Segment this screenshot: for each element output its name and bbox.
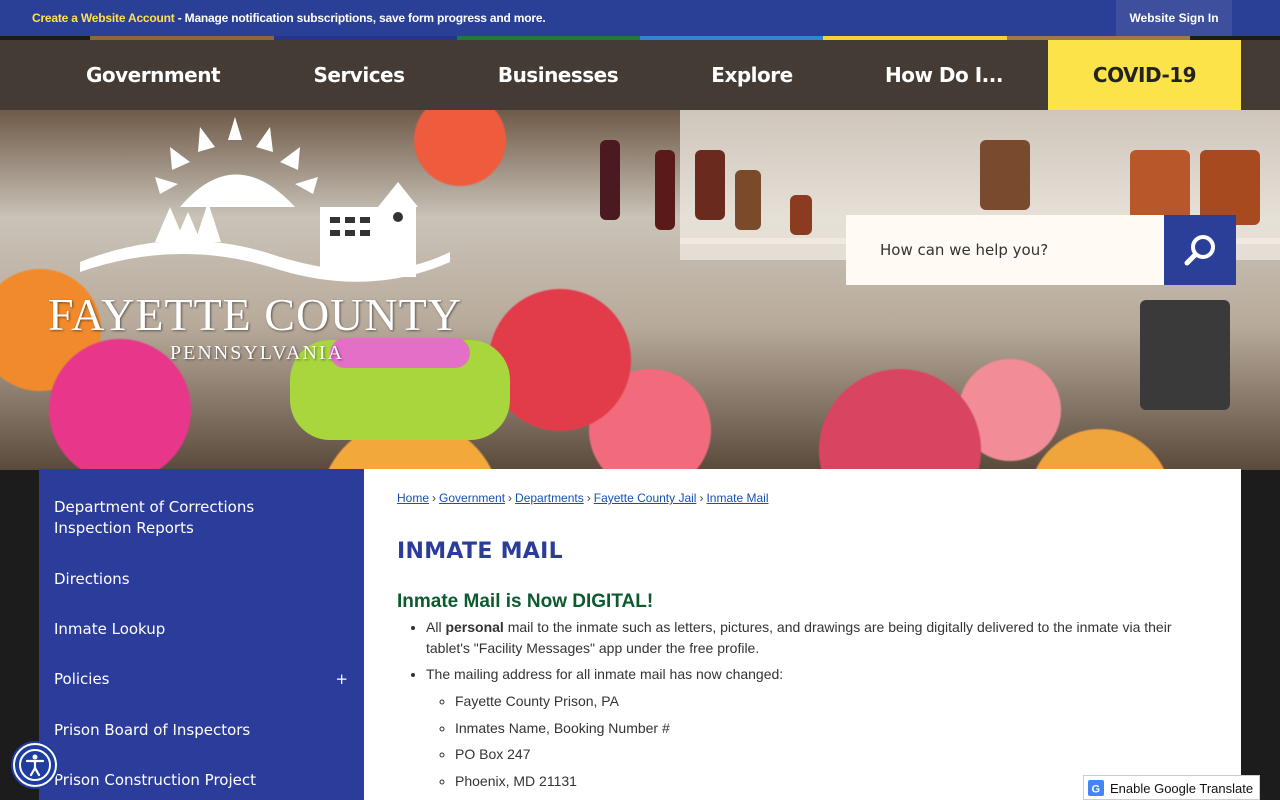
sidebar-item-prison-board[interactable]: Prison Board of Inspectors <box>54 720 352 741</box>
nav-government[interactable]: Government <box>65 40 241 110</box>
svg-text:G: G <box>1092 784 1101 796</box>
sidebar-item-policies[interactable]: Policies + <box>54 669 352 690</box>
sidebar-item-label: Policies <box>54 670 110 688</box>
nav-covid-19[interactable]: COVID-19 <box>1048 40 1241 110</box>
logo-title[interactable]: FAYETTE COUNTY <box>48 288 462 341</box>
mail-info-list: All personal mail to the inmate such as … <box>426 617 1206 797</box>
jar <box>980 140 1030 210</box>
jar <box>790 195 812 235</box>
breadcrumb-inmate-mail[interactable]: Inmate Mail <box>706 491 768 505</box>
jar <box>1200 150 1260 225</box>
google-translate-button[interactable]: G Enable Google Translate <box>1083 775 1260 800</box>
top-utility-bar: Create a Website Account - Manage notifi… <box>0 0 1280 36</box>
account-message: Create a Website Account - Manage notifi… <box>32 11 546 25</box>
sidebar-item-construction-project[interactable]: Prison Construction Project <box>54 770 352 791</box>
jar <box>655 150 675 230</box>
bullet-text: All <box>426 619 446 635</box>
jar <box>1140 300 1230 410</box>
search-button[interactable] <box>1164 215 1236 285</box>
accessibility-button[interactable] <box>13 743 57 787</box>
nav-explore[interactable]: Explore <box>664 40 840 110</box>
bullet-text: mail to the inmate such as letters, pict… <box>426 619 1172 656</box>
main-nav: Government Services Businesses Explore H… <box>0 40 1280 110</box>
google-translate-icon: G <box>1088 780 1104 796</box>
list-item: All personal mail to the inmate such as … <box>426 617 1206 659</box>
jar <box>695 150 725 220</box>
logo-subtitle[interactable]: PENNSYLVANIA <box>170 342 344 365</box>
search-box <box>846 215 1236 285</box>
sidebar-nav: Department of Corrections Inspection Rep… <box>39 469 364 800</box>
jar <box>1130 150 1190 220</box>
address-line: Fayette County Prison, PA <box>455 691 1206 712</box>
nav-businesses[interactable]: Businesses <box>467 40 649 110</box>
search-input[interactable] <box>846 215 1164 285</box>
search-icon <box>1184 235 1215 266</box>
breadcrumb: Home › Government › Departments › Fayette Coun… <box>397 491 769 505</box>
breadcrumb-jail[interactable]: Fayette County Jail <box>594 491 697 505</box>
accessibility-icon <box>19 749 51 781</box>
breadcrumb-government[interactable]: Government <box>439 491 505 505</box>
breadcrumb-separator: › <box>508 491 513 505</box>
address-line: Inmates Name, Booking Number # <box>455 718 1206 739</box>
section-heading: Inmate Mail is Now DIGITAL! <box>397 591 654 612</box>
sidebar-item-inspection-reports[interactable]: Department of Corrections Inspection Rep… <box>54 497 274 539</box>
create-account-link[interactable]: Create a Website Account <box>32 11 175 25</box>
cake-top <box>330 338 470 368</box>
google-translate-label: Enable Google Translate <box>1110 781 1254 796</box>
expand-icon[interactable]: + <box>335 669 348 690</box>
jar <box>735 170 761 230</box>
bullet-text: The mailing address for all inmate mail … <box>426 666 784 682</box>
sidebar-item-directions[interactable]: Directions <box>54 569 352 590</box>
breadcrumb-separator: › <box>432 491 437 505</box>
nav-services[interactable]: Services <box>271 40 447 110</box>
county-logo-icon[interactable] <box>60 112 480 292</box>
address-line: PO Box 247 <box>455 744 1206 765</box>
breadcrumb-separator: › <box>699 491 704 505</box>
page-title: INMATE MAIL <box>397 539 563 564</box>
jar <box>600 140 620 220</box>
nav-how-do-i[interactable]: How Do I... <box>856 40 1032 110</box>
breadcrumb-separator: › <box>586 491 591 505</box>
sidebar-item-inmate-lookup[interactable]: Inmate Lookup <box>54 619 352 640</box>
account-message-text: - Manage notification subscriptions, sav… <box>174 11 546 25</box>
bullet-bold-text: personal <box>445 619 504 635</box>
list-item: The mailing address for all inmate mail … <box>426 664 1206 792</box>
main-content: Home › Government › Departments › Fayette Coun… <box>364 469 1241 800</box>
breadcrumb-home[interactable]: Home <box>397 491 429 505</box>
breadcrumb-departments[interactable]: Departments <box>515 491 584 505</box>
sign-in-button[interactable]: Website Sign In <box>1116 0 1232 36</box>
